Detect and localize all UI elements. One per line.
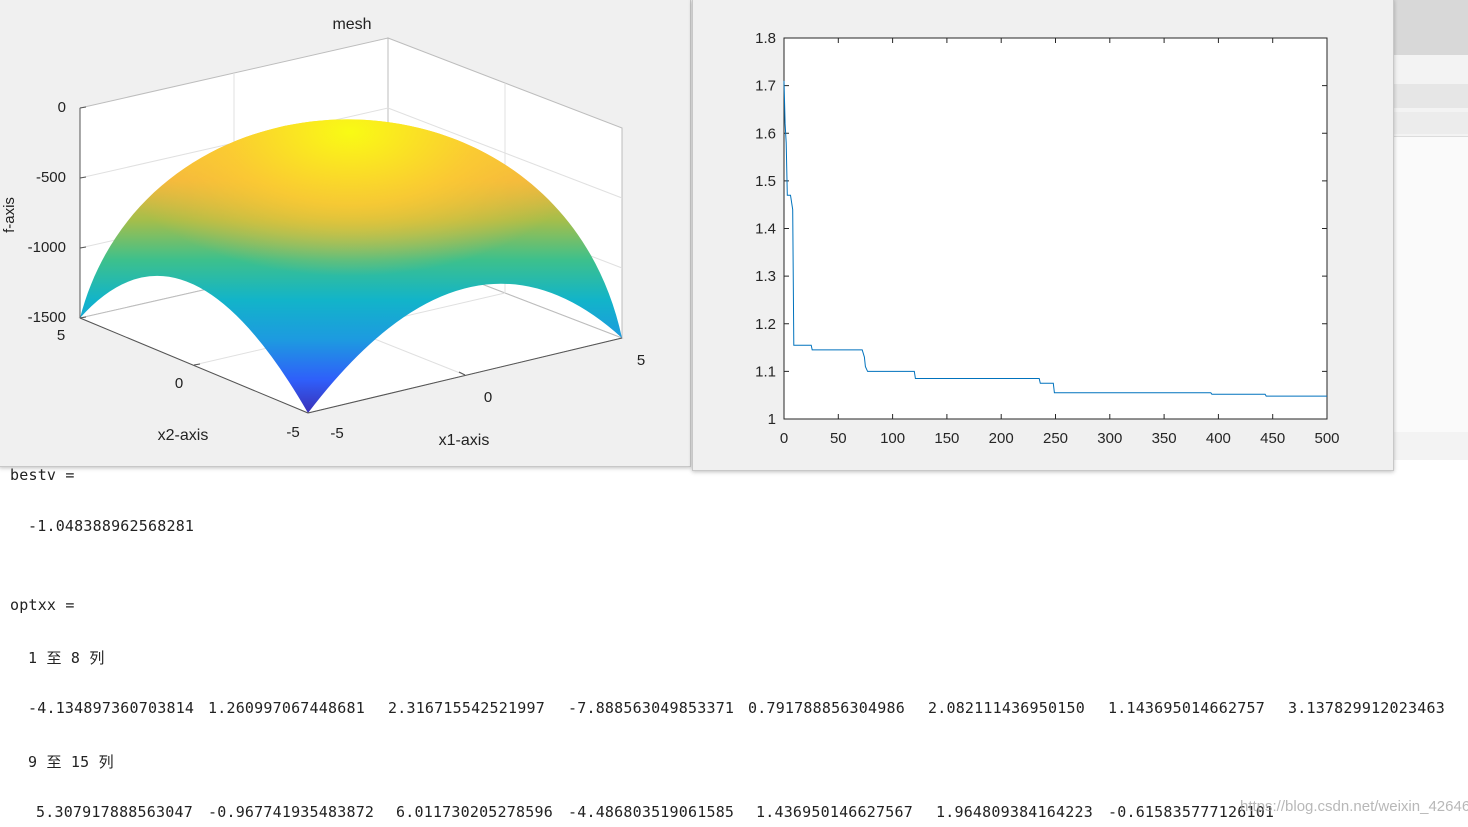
- optxx-value: 5.307917888563047: [36, 803, 193, 821]
- y-tick-label: 1: [768, 411, 776, 428]
- x2-axis-label: x2-axis: [158, 427, 209, 444]
- optxx-value: -0.967741935483872: [208, 803, 375, 821]
- z-axis-label: f-axis: [1, 197, 18, 233]
- watermark: https://blog.csdn.net/weixin_42646390: [1240, 798, 1468, 815]
- bestv-value: -1.048388962568281: [28, 517, 195, 535]
- mesh-figure-window[interactable]: mesh 0 -500 -1000 -1500 f-axis 5 0 -5 x2…: [0, 0, 691, 467]
- x2-tick-1: 0: [175, 375, 183, 392]
- x1-tick-0: -5: [330, 425, 343, 442]
- optxx-value: 1.260997067448681: [208, 699, 365, 717]
- y-tick-label: 1.2: [755, 316, 776, 333]
- y-tick-label: 1.3: [755, 268, 776, 285]
- optxx-value: -4.486803519061585: [568, 803, 735, 821]
- x-tick-label: 500: [1314, 430, 1339, 447]
- x2-tick-2: -5: [286, 424, 299, 441]
- bestv-label: bestv =: [10, 466, 75, 484]
- z-tick-0: 0: [58, 99, 66, 116]
- column-range-header-1: 1 至 8 列: [28, 649, 105, 667]
- z-tick-1: -500: [36, 169, 66, 186]
- x-tick-label: 50: [830, 430, 847, 447]
- x1-tick-1: 0: [484, 389, 492, 406]
- x-tick-label: 200: [989, 430, 1014, 447]
- x2-tick-0: 5: [57, 327, 65, 344]
- optxx-value: -7.888563049853371: [568, 699, 735, 717]
- optxx-value: 1.436950146627567: [756, 803, 913, 821]
- convergence-figure-window[interactable]: 1 1.1 1.2 1.3 1.4 1.5 1.6 1.7 1.8 0 50 100 150 200 25…: [692, 0, 1394, 471]
- x-tick-label: 0: [780, 430, 788, 447]
- x1-tick-2: 5: [637, 352, 645, 369]
- optxx-value: 1.964809384164223: [936, 803, 1093, 821]
- optxx-value: 6.011730205278596: [396, 803, 553, 821]
- y-tick-label: 1.7: [755, 78, 776, 95]
- optxx-value: 0.791788856304986: [748, 699, 905, 717]
- mesh-title: mesh: [332, 16, 371, 33]
- optxx-label: optxx =: [10, 596, 75, 614]
- optxx-value: -4.134897360703814: [28, 699, 195, 717]
- x-tick-label: 150: [934, 430, 959, 447]
- plot-area: [783, 37, 1328, 420]
- mesh-plot[interactable]: mesh 0 -500 -1000 -1500 f-axis 5 0 -5 x2…: [0, 0, 690, 466]
- column-range-header-2: 9 至 15 列: [28, 753, 114, 771]
- y-tick-label: 1.4: [755, 221, 776, 238]
- y-tick-label: 1.5: [755, 173, 776, 190]
- x-tick-label: 300: [1097, 430, 1122, 447]
- x-tick-label: 250: [1043, 430, 1068, 447]
- optxx-value: 2.316715542521997: [388, 699, 545, 717]
- convergence-chart[interactable]: 1 1.1 1.2 1.3 1.4 1.5 1.6 1.7 1.8 0 50 100 150 200 25…: [693, 0, 1393, 470]
- optxx-value: 1.143695014662757: [1108, 699, 1265, 717]
- x-tick-label: 100: [880, 430, 905, 447]
- y-tick-label: 1.6: [755, 125, 776, 142]
- background-window: [1390, 0, 1468, 460]
- optxx-value: 3.137829912023463: [1288, 699, 1445, 717]
- z-tick-2: -1000: [28, 239, 66, 256]
- x-tick-label: 400: [1206, 430, 1231, 447]
- optxx-value: 2.082111436950150: [928, 699, 1085, 717]
- x-tick-label: 450: [1260, 430, 1285, 447]
- y-tick-label: 1.8: [755, 30, 776, 47]
- y-tick-label: 1.1: [755, 363, 776, 380]
- z-tick-3: -1500: [28, 309, 66, 326]
- x-tick-label: 350: [1152, 430, 1177, 447]
- x1-axis-label: x1-axis: [439, 432, 490, 449]
